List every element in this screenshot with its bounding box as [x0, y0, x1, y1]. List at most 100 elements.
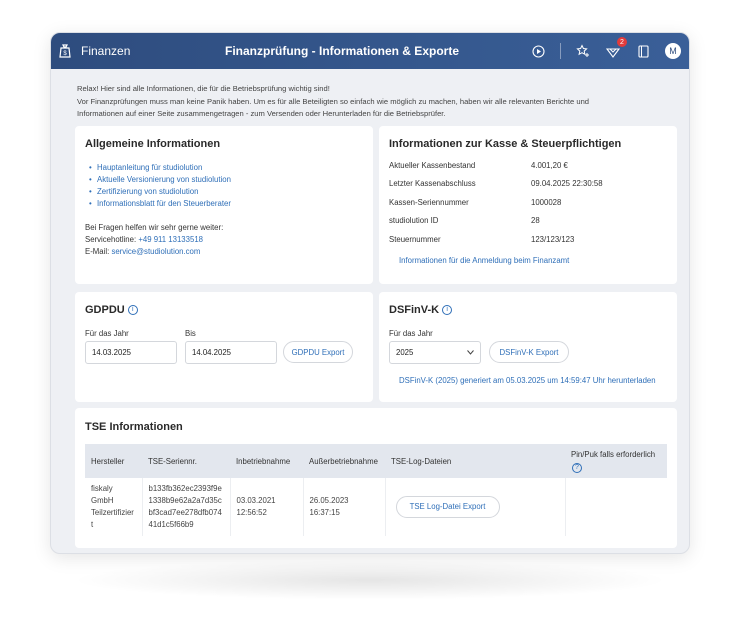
app-window: $ Finanzen Finanzprüfung - Informationen…	[50, 32, 690, 554]
tse-card: TSE Informationen Hersteller TSE-Serienn…	[75, 408, 677, 548]
info-key: Aktueller Kassenbestand	[389, 160, 476, 170]
titlebar-divider	[560, 43, 561, 59]
cell-line: Teilzertifizier	[91, 508, 134, 517]
cell-line: 16:37:15	[309, 508, 340, 517]
link-certification[interactable]: Zertifizierung von studiolution	[85, 186, 363, 198]
col-header-log-files: TSE-Log-Dateien	[385, 444, 565, 478]
general-info-card: Allgemeine Informationen Hauptanleitung …	[75, 126, 373, 284]
cell-line: GmbH	[91, 496, 114, 506]
window-shadow	[70, 560, 670, 600]
hotline-line: Servicehotline: +49 911 13133518	[85, 234, 363, 246]
info-value: 4.001,20 €	[531, 160, 568, 170]
email-line: E-Mail: service@studiolution.com	[85, 246, 363, 258]
info-row: Steuernummer 123/123/123	[389, 230, 667, 249]
gdpdu-title-text: GDPDU	[85, 304, 125, 316]
cell-commissioning: 03.03.2021 12:56:52	[230, 478, 304, 536]
info-value: 09.04.2025 22:30:58	[531, 179, 603, 189]
col-header-commissioning: Inbetriebnahme	[230, 444, 303, 478]
gdpdu-card: GDPDU i Für das Jahr Bis 14.03.2025 14.04…	[75, 292, 373, 402]
info-value: 1000028	[531, 197, 562, 207]
email-link[interactable]: service@studiolution.com	[111, 247, 200, 256]
cell-line: 12:56:52	[236, 508, 267, 517]
gift-notification-icon[interactable]: 2	[605, 37, 627, 59]
gdpdu-to-input[interactable]: 14.04.2025	[185, 341, 277, 364]
intro-text: Relax! Hier sind alle Informationen, die…	[77, 83, 677, 121]
link-main-guide[interactable]: Hauptanleitung für studiolution	[85, 162, 363, 174]
star-plus-icon[interactable]	[575, 43, 591, 59]
page-title: Finanzprüfung - Informationen & Exporte	[225, 44, 459, 58]
cell-line: 26.05.2023	[309, 496, 349, 506]
info-icon[interactable]: i	[127, 305, 138, 316]
dsfinvk-year-select[interactable]: 2025	[389, 341, 481, 364]
gdpdu-from-input[interactable]: 14.03.2025	[85, 341, 177, 364]
info-key: Kassen-Seriennummer	[389, 197, 469, 207]
register-info-title: Informationen zur Kasse & Steuerpflichti…	[389, 138, 622, 150]
table-header-row: Hersteller TSE-Seriennr. Inbetriebnahme …	[85, 444, 667, 478]
intro-line: Informationen auf einer Seite zusammenge…	[77, 109, 446, 118]
cell-line: b133fb362ec2393f9e	[148, 484, 222, 494]
chevron-down-icon	[467, 348, 474, 357]
intro-line: Vor Finanzprüfungen muss man keine Panik…	[77, 96, 590, 106]
cell-pin-puk	[565, 478, 667, 536]
tse-log-export-button[interactable]: TSE Log-Datei Export	[395, 496, 500, 518]
register-info-list: Aktueller Kassenbestand 4.001,20 € Letzte…	[389, 156, 667, 249]
book-icon[interactable]	[635, 43, 651, 59]
cell-line: bf3cad7ee278dfb074	[148, 508, 222, 517]
gdpdu-export-button[interactable]: GDPDU Export	[283, 341, 353, 363]
cell-log-files: TSE Log-Datei Export	[385, 478, 566, 536]
register-info-card: Informationen zur Kasse & Steuerpflichti…	[379, 126, 677, 284]
cell-serial: b133fb362ec2393f9e 1338b9e62a2a7d35c bf3…	[142, 478, 231, 536]
general-info-title: Allgemeine Informationen	[85, 138, 221, 150]
link-tax-advisor-sheet[interactable]: Informationsblatt für den Steuerberater	[85, 198, 363, 210]
pin-puk-header-text: Pin/Puk falls erforderlich	[571, 450, 656, 459]
dsfinvk-title: DSFinV-K i	[389, 304, 667, 316]
dsfinvk-year-label: Für das Jahr	[389, 329, 433, 338]
cell-line: fiskaly	[91, 484, 113, 494]
tse-title: TSE Informationen	[85, 421, 183, 433]
play-circle-icon[interactable]	[530, 43, 546, 59]
dsfinvk-card: DSFinV-K i Für das Jahr 2025 DSFinV-K Exp…	[379, 292, 677, 402]
col-header-decommissioning: Außerbetriebnahme	[303, 444, 385, 478]
tse-table: Hersteller TSE-Seriennr. Inbetriebnahme …	[85, 444, 667, 536]
info-value: 28	[531, 216, 540, 226]
info-row: Kassen-Seriennummer 1000028	[389, 193, 667, 212]
info-row: Aktueller Kassenbestand 4.001,20 €	[389, 156, 667, 175]
cell-line: 41d1c5f66b9	[148, 519, 194, 529]
tax-office-registration-link[interactable]: Informationen für die Anmeldung beim Fin…	[399, 255, 667, 267]
general-links-list: Hauptanleitung für studiolution Aktuelle…	[85, 162, 363, 210]
col-header-pin-puk: Pin/Puk falls erforderlich ?	[565, 444, 667, 478]
help-text: Bei Fragen helfen wir sehr gerne weiter:	[85, 223, 224, 232]
cell-line: t	[91, 519, 94, 529]
user-avatar[interactable]: M	[665, 43, 681, 59]
dsfinvk-download-link[interactable]: DSFinV-K (2025) generiert am 05.03.2025 …	[399, 375, 656, 387]
cell-manufacturer: fiskaly GmbH Teilzertifizier t	[85, 478, 143, 536]
hotline-link[interactable]: +49 911 13133518	[138, 235, 203, 244]
dsfinvk-title-text: DSFinV-K	[389, 304, 440, 316]
gdpdu-from-label: Für das Jahr	[85, 329, 129, 338]
info-value: 123/123/123	[531, 234, 575, 244]
info-key: studiolution ID	[389, 216, 439, 226]
dsfinvk-export-button[interactable]: DSFinV-K Export	[489, 341, 569, 363]
help-icon[interactable]: ?	[572, 462, 582, 473]
link-versioning[interactable]: Aktuelle Versionierung von studiolution	[85, 174, 363, 186]
gdpdu-to-label: Bis	[185, 329, 196, 338]
hotline-label: Servicehotline:	[85, 235, 139, 244]
cell-decommissioning: 26.05.2023 16:37:15	[303, 478, 386, 536]
email-label: E-Mail:	[85, 247, 112, 256]
title-bar: $ Finanzen Finanzprüfung - Informationen…	[51, 33, 689, 69]
finance-bag-icon[interactable]: $	[57, 43, 73, 59]
app-name: Finanzen	[81, 44, 131, 58]
cell-line: 03.03.2021	[236, 496, 276, 506]
info-row: Letzter Kassenabschluss 09.04.2025 22:30:…	[389, 175, 667, 194]
info-key: Steuernummer	[389, 234, 441, 244]
dsfinvk-year-value: 2025	[396, 348, 414, 357]
intro-line: Relax! Hier sind alle Informationen, die…	[77, 84, 330, 93]
table-row: fiskaly GmbH Teilzertifizier t b133fb362…	[85, 478, 667, 536]
svg-text:$: $	[63, 51, 67, 57]
cell-line: 1338b9e62a2a7d35c	[148, 496, 222, 506]
col-header-serial: TSE-Seriennr.	[142, 444, 230, 478]
info-key: Letzter Kassenabschluss	[389, 179, 476, 189]
info-icon[interactable]: i	[442, 305, 453, 316]
col-header-manufacturer: Hersteller	[85, 444, 142, 478]
info-row: studiolution ID 28	[389, 212, 667, 231]
